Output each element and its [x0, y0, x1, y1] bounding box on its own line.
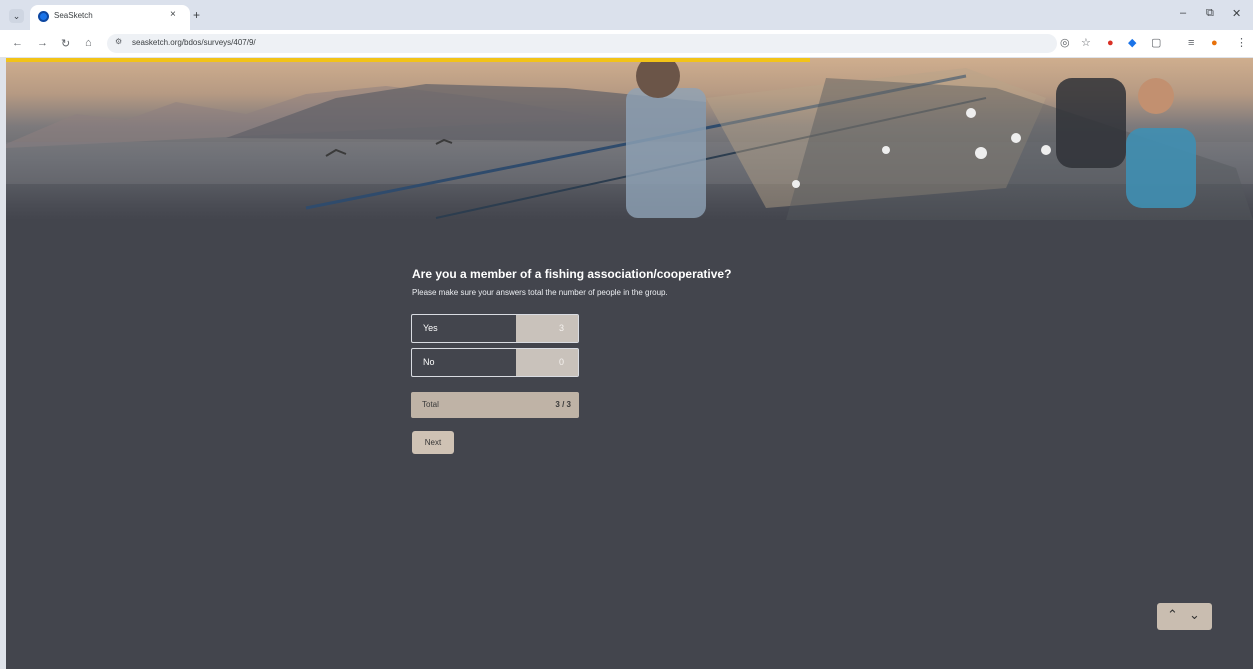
restore-button[interactable]: ⧉: [1206, 7, 1214, 20]
tab-strip: ⌄ SeaSketch × + – ⧉ ✕: [0, 0, 1253, 30]
menu-icon[interactable]: ⋮: [1236, 36, 1247, 50]
tab-close-button[interactable]: ×: [170, 9, 176, 20]
total-row: Total 3 / 3: [411, 392, 579, 418]
adblock-extension-icon[interactable]: ●: [1107, 36, 1114, 50]
translate-icon[interactable]: ◎: [1060, 36, 1070, 50]
address-bar[interactable]: ⚙ seasketch.org/bdos/surveys/407/9/: [107, 34, 1057, 53]
chevron-down-icon[interactable]: ⌄: [1189, 607, 1200, 623]
profile-icon[interactable]: ●: [1211, 36, 1218, 50]
option-count-input[interactable]: 0: [516, 349, 578, 376]
hero-image: [6, 58, 1253, 220]
home-icon[interactable]: ⌂: [85, 37, 92, 49]
option-row-no[interactable]: No 0: [411, 348, 579, 377]
url-text: seasketch.org/bdos/surveys/407/9/: [132, 38, 256, 47]
back-icon[interactable]: ←: [12, 37, 23, 49]
survey-page: Are you a member of a fishing associatio…: [6, 58, 1253, 669]
tab-search-button[interactable]: ⌄: [9, 9, 24, 23]
close-window-button[interactable]: ✕: [1232, 7, 1241, 20]
tune-icon[interactable]: ⚙: [115, 37, 122, 46]
total-label: Total: [422, 400, 439, 409]
total-value: 3 / 3: [555, 400, 571, 409]
new-tab-button[interactable]: +: [193, 8, 200, 22]
question-pager: ⌃ ⌄: [1157, 603, 1212, 630]
tab-title: SeaSketch: [54, 11, 93, 20]
next-button[interactable]: Next: [412, 431, 454, 454]
minimize-button[interactable]: –: [1180, 7, 1186, 19]
extension-icon[interactable]: ▢: [1151, 36, 1161, 50]
reload-icon[interactable]: ↻: [61, 37, 70, 50]
chevron-up-icon[interactable]: ⌃: [1167, 607, 1178, 623]
option-count-input[interactable]: 3: [516, 315, 578, 342]
seasketch-favicon-icon: [38, 11, 49, 22]
option-label: Yes: [423, 323, 438, 333]
question-subtitle: Please make sure your answers total the …: [412, 288, 668, 297]
star-icon[interactable]: ☆: [1081, 36, 1091, 50]
browser-toolbar: ← → ↻ ⌂ ⚙ seasketch.org/bdos/surveys/407…: [0, 30, 1253, 57]
browser-window: ⌄ SeaSketch × + – ⧉ ✕ ← → ↻ ⌂ ⚙ seasketc…: [0, 0, 1253, 669]
fishing-scene-illustration: [6, 58, 1253, 220]
question-title: Are you a member of a fishing associatio…: [412, 267, 732, 281]
vpn-extension-icon[interactable]: ◆: [1128, 36, 1136, 50]
forward-icon[interactable]: →: [37, 37, 48, 49]
option-row-yes[interactable]: Yes 3: [411, 314, 579, 343]
tab-seasketch[interactable]: SeaSketch ×: [30, 5, 190, 30]
option-label: No: [423, 357, 435, 367]
survey-progress-bar: [6, 58, 811, 62]
reading-list-icon[interactable]: ≡: [1188, 36, 1194, 50]
